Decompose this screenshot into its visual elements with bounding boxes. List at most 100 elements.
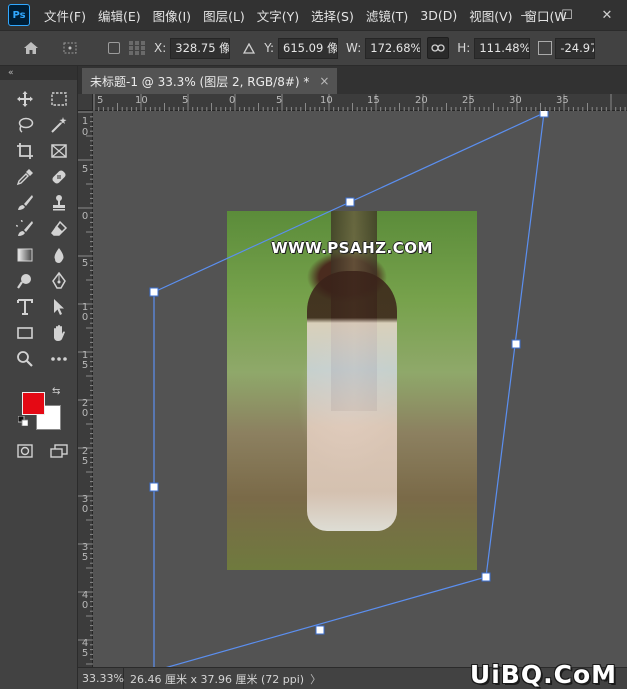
reference-point-icon[interactable] [60,41,82,55]
height-field[interactable]: 111.48% [474,37,531,59]
tools-panel: « ⇆ [0,66,78,689]
ruler-top-label: 5 [97,95,104,106]
more-tools-icon[interactable] [43,346,75,372]
ruler-left-label: 0 [81,127,89,138]
blur-tool-icon[interactable] [43,242,75,268]
x-position-field[interactable]: 328.75 像素 [170,37,231,59]
menu-3d[interactable]: 3D(D) [414,8,463,23]
screen-mode-icon[interactable] [43,438,75,464]
document-tab-title: 未标题-1 @ 33.3% (图层 2, RGB/8#) * [90,74,310,89]
foreground-color-swatch[interactable] [22,392,45,415]
zoom-level-field[interactable]: 33.33% [78,667,124,689]
hand-tool-icon[interactable] [43,320,75,346]
angle-field[interactable]: -24.97 [555,37,596,59]
document-size-info: 26.46 厘米 x 37.96 厘米 (72 ppi) [130,672,305,686]
menu-select[interactable]: 选择(S) [305,6,360,25]
menu-filter[interactable]: 滤镜(T) [360,6,414,25]
transform-handle-bottom-right[interactable] [481,572,491,582]
link-icon[interactable] [427,37,450,59]
transform-handle-top-right[interactable] [539,111,549,118]
angle-icon [538,41,553,55]
transform-handle-bottom[interactable] [315,625,325,635]
quick-mask-icon[interactable] [9,438,41,464]
document-tab[interactable]: 未标题-1 @ 33.3% (图层 2, RGB/8#) * × [82,68,338,94]
transform-handle-left[interactable] [149,482,159,492]
y-label: Y: [264,41,275,55]
marquee-tool-icon[interactable] [43,86,75,112]
ruler-left-label: 2 5 [81,446,89,467]
swap-colors-icon[interactable]: ⇆ [52,386,60,397]
ruler-left-label: 5 [81,164,89,175]
width-field[interactable]: 172.68% [365,37,422,59]
frame-tool-icon[interactable] [43,138,75,164]
lasso-tool-icon[interactable] [9,112,41,138]
delta-icon[interactable] [242,42,256,54]
ruler-left-label: 0 [81,211,89,222]
y-position-field[interactable]: 615.09 像素 [278,37,339,59]
color-swatches: ⇆ [17,386,66,434]
brush-tool-icon[interactable] [9,190,41,216]
ruler-top-label: 15 [367,95,380,106]
horizontal-ruler[interactable]: 5 10 5 0 5 10 15 20 25 30 35 [93,94,627,111]
eraser-tool-icon[interactable] [43,216,75,242]
ruler-top-label: 5 [276,95,283,106]
ruler-top-label: 10 [320,95,333,106]
ruler-left-label: 1 [81,116,89,127]
ruler-left-label: 5 [81,258,89,269]
move-tool-icon[interactable] [9,86,41,112]
ruler-top-label: 5 [182,95,189,106]
zoom-tool-icon[interactable] [9,346,41,372]
transform-handle-right[interactable] [511,339,521,349]
ruler-left-label: 3 0 [81,494,89,515]
ruler-left-label: 4 0 [81,590,89,611]
ruler-left-label: 2 0 [81,398,89,419]
transform-handle-top[interactable] [345,197,355,207]
grid-icon [128,40,146,56]
eyedropper-tool-icon[interactable] [9,164,41,190]
status-menu-arrow-icon[interactable]: 〉 [310,671,321,687]
healing-brush-tool-icon[interactable] [43,164,75,190]
ruler-top-label: 30 [509,95,522,106]
path-selection-tool-icon[interactable] [43,294,75,320]
pen-tool-icon[interactable] [43,268,75,294]
free-transform-bounding-box[interactable] [94,111,627,667]
menu-edit[interactable]: 编辑(E) [92,6,147,25]
options-bar: X: 328.75 像素 Y: 615.09 像素 W: 172.68% H: … [0,30,627,66]
gradient-tool-icon[interactable] [9,242,41,268]
w-label: W: [346,41,362,55]
menu-type[interactable]: 文字(Y) [251,6,305,25]
home-icon[interactable] [20,41,42,55]
type-tool-icon[interactable] [9,294,41,320]
clone-stamp-tool-icon[interactable] [43,190,75,216]
vertical-ruler[interactable]: 1 0 5 0 5 1 0 1 5 2 0 2 5 3 0 3 5 4 0 4 … [78,111,93,667]
menu-layer[interactable]: 图层(L) [197,6,251,25]
default-colors-icon[interactable] [17,415,29,429]
close-tab-icon[interactable]: × [319,74,329,88]
ruler-left-label: 3 5 [81,542,89,563]
document-canvas[interactable]: WWW.PSAHZ.COM [94,111,627,667]
minimize-button[interactable]: — [507,0,547,30]
ruler-top-label: 0 [229,95,236,106]
maximize-button[interactable]: ☐ [547,0,587,30]
ruler-left-label: 4 5 [81,638,89,659]
crop-tool-icon[interactable] [9,138,41,164]
transform-handle-top-left[interactable] [149,287,159,297]
ruler-origin[interactable] [78,94,93,111]
h-label: H: [457,41,471,55]
rectangle-tool-icon[interactable] [9,320,41,346]
magic-wand-tool-icon[interactable] [43,112,75,138]
menu-image[interactable]: 图像(I) [147,6,197,25]
site-watermark: UiBQ.CoM [469,660,617,689]
toolbar-collapse[interactable]: « [0,66,77,80]
window-controls: — ☐ ✕ [507,0,627,30]
ruler-top-label: 10 [135,95,148,106]
document-tab-bar: 未标题-1 @ 33.3% (图层 2, RGB/8#) * × [78,66,627,94]
menu-file[interactable]: 文件(F) [38,6,92,25]
photoshop-logo: Ps [8,4,30,26]
history-brush-tool-icon[interactable] [9,216,41,242]
reference-point-checkbox[interactable] [108,42,120,54]
ruler-left-label: 1 0 [81,302,89,323]
ruler-top-label: 20 [415,95,428,106]
close-window-button[interactable]: ✕ [587,0,627,30]
dodge-tool-icon[interactable] [9,268,41,294]
